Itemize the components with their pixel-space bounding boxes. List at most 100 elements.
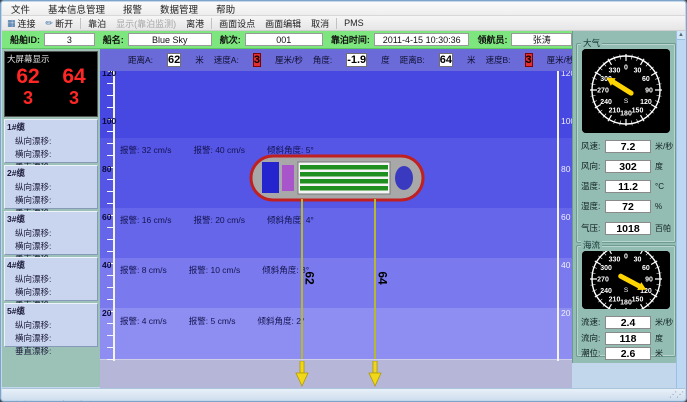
svg-text:120: 120 [640, 99, 652, 106]
right-panel: 大气 0306090120150180210240270300330S 风速: … [572, 31, 678, 363]
display-speed-a: 3 [5, 88, 51, 108]
humidity-unit: % [655, 202, 662, 211]
cable-section-4: 4#缆 纵向漂移: 横向漂移: 垂直漂移: [4, 257, 98, 301]
berth-time-field[interactable]: 2011-4-15 10:30:36 [374, 33, 470, 46]
voyage-field[interactable]: 001 [245, 33, 323, 46]
cable-1-lateral-drift: 横向漂移: [5, 147, 97, 160]
svg-text:30: 30 [634, 257, 642, 264]
ship-id-field[interactable]: 3 [44, 33, 95, 46]
svg-text:180: 180 [620, 300, 632, 307]
menu-alarm[interactable]: 报警 [114, 2, 151, 15]
sea-current-title: 海流 [581, 239, 602, 251]
resize-grip-icon[interactable]: ⋰⋰ [669, 390, 683, 399]
cable-3-longitudinal-drift: 纵向漂移: [5, 226, 97, 239]
menu-file[interactable]: 文件 [2, 2, 39, 15]
current-direction-unit: 度 [655, 333, 663, 344]
disconnect-button[interactable]: ✏ 断开 [41, 17, 79, 30]
svg-text:60: 60 [642, 265, 650, 272]
ship-name-field[interactable]: Blue Sky [128, 33, 212, 46]
y-tick-label: 60 [102, 212, 111, 222]
current-speed-unit: 米/秒 [655, 317, 673, 328]
current-direction-value: 118 [605, 332, 651, 345]
y-tick-label: 100 [102, 116, 116, 126]
menu-basic-info[interactable]: 基本信息管理 [39, 2, 114, 15]
screen-edit-button[interactable]: 画面编辑 [260, 17, 306, 30]
svg-text:240: 240 [600, 99, 612, 106]
deck-stripe [300, 179, 388, 184]
wind-speed-unit: 米/秒 [655, 141, 673, 152]
svg-text:150: 150 [632, 296, 644, 303]
dock-anchor-arrow-b [368, 361, 382, 387]
distance-plot: 12010080604020 12010080604020 报警: 32 cm/… [100, 71, 572, 389]
y-tick-label: 120 [561, 71, 572, 78]
distance-a-value: 62 [167, 53, 181, 67]
vertical-scrollbar[interactable]: ▲ [676, 31, 685, 388]
pms-button[interactable]: PMS [339, 17, 369, 30]
cable-1-title: 1#缆 [5, 120, 97, 134]
wind-speed-label: 风速: [581, 140, 605, 152]
current-speed-label: 流速: [581, 316, 605, 328]
distance-b-value: 64 [439, 53, 453, 67]
speed-b-label: 速度B: [485, 54, 510, 66]
distance-b-label: 距离B: [400, 54, 425, 66]
display-distance-b: 64 [51, 66, 97, 88]
cable-5-lateral-drift: 横向漂移: [5, 331, 97, 344]
current-speed-value: 2.4 [605, 316, 651, 329]
temperature-unit: °C [655, 182, 664, 191]
svg-text:210: 210 [609, 296, 621, 303]
atmosphere-group: 大气 0306090120150180210240270300330S 风速: … [576, 43, 676, 243]
tide-level-value: 2.6 [605, 347, 651, 360]
svg-text:S: S [624, 98, 629, 105]
current-direction-label: 流向: [581, 332, 605, 344]
angle-value: -1.9 [346, 53, 367, 67]
y-axis-right-labels: 12010080604020 [559, 71, 572, 389]
y-tick-label: 20 [561, 308, 570, 318]
pressure-value: 1018 [605, 222, 651, 235]
display-monitor-button[interactable]: 显示(靠泊监测) [111, 17, 181, 30]
pilot-label: 领航员: [477, 33, 507, 46]
screen-setpoint-button[interactable]: 画面设点 [214, 17, 260, 30]
left-panel: 大屏幕显示 62 64 3 3 1#缆 纵向漂移: 横向漂移: 垂直漂移: 2#… [2, 49, 100, 387]
pilot-field[interactable]: 张涛 [511, 33, 572, 46]
svg-text:180: 180 [620, 111, 632, 118]
svg-text:30: 30 [634, 68, 642, 75]
svg-text:330: 330 [609, 68, 621, 75]
alarm-threshold-line-3: 报警: 8 cm/s报警: 10 cm/s倾斜角度: 3° [120, 264, 331, 276]
ship-block-purple [282, 165, 294, 191]
cable-2-title: 2#缆 [5, 166, 97, 180]
display-speed-b: 3 [51, 88, 97, 108]
cable-2-longitudinal-drift: 纵向漂移: [5, 180, 97, 193]
cable-5-title: 5#缆 [5, 304, 97, 318]
wind-direction-unit: 度 [655, 161, 663, 172]
y-tick-label: 80 [561, 164, 570, 174]
temperature-label: 温度: [581, 180, 605, 192]
mooring-label-a: 62 [303, 271, 317, 284]
speed-b-value: 3 [525, 53, 533, 67]
depart-button[interactable]: 离港 [181, 17, 209, 30]
cable-section-5: 5#缆 纵向漂移: 横向漂移: 垂直漂移: [4, 303, 98, 347]
scroll-up-icon[interactable]: ▲ [677, 31, 685, 40]
plot-band-1 [100, 71, 572, 138]
status-bar: ⋰⋰ [2, 388, 685, 400]
menu-help[interactable]: 帮助 [207, 2, 244, 15]
deck-stripe [300, 165, 388, 170]
svg-text:330: 330 [609, 257, 621, 264]
berth-button[interactable]: 靠泊 [83, 17, 111, 30]
svg-text:270: 270 [597, 88, 609, 95]
connect-button[interactable]: ▦ 连接 [2, 17, 41, 30]
cable-4-title: 4#缆 [5, 258, 97, 272]
atmosphere-title: 大气 [581, 37, 602, 49]
big-screen-title: 大屏幕显示 [5, 52, 97, 66]
menu-bar: 文件 基本信息管理 报警 数据管理 帮助 [2, 2, 685, 16]
mooring-label-b: 64 [376, 271, 390, 284]
menu-data-mgmt[interactable]: 数据管理 [151, 2, 207, 15]
humidity-label: 湿度: [581, 200, 605, 212]
toolbar-separator [211, 18, 212, 29]
cancel-button[interactable]: 取消 [306, 17, 334, 30]
ship-graphic [248, 153, 426, 203]
alarm-threshold-line-2: 报警: 16 cm/s报警: 20 cm/s倾斜角度: 4° [120, 214, 336, 226]
speed-a-label: 速度A: [214, 54, 239, 66]
svg-text:300: 300 [600, 265, 612, 272]
alarm-threshold-line-4: 报警: 4 cm/s报警: 5 cm/s倾斜角度: 2° [120, 315, 326, 327]
distance-a-label: 距离A: [128, 54, 153, 66]
